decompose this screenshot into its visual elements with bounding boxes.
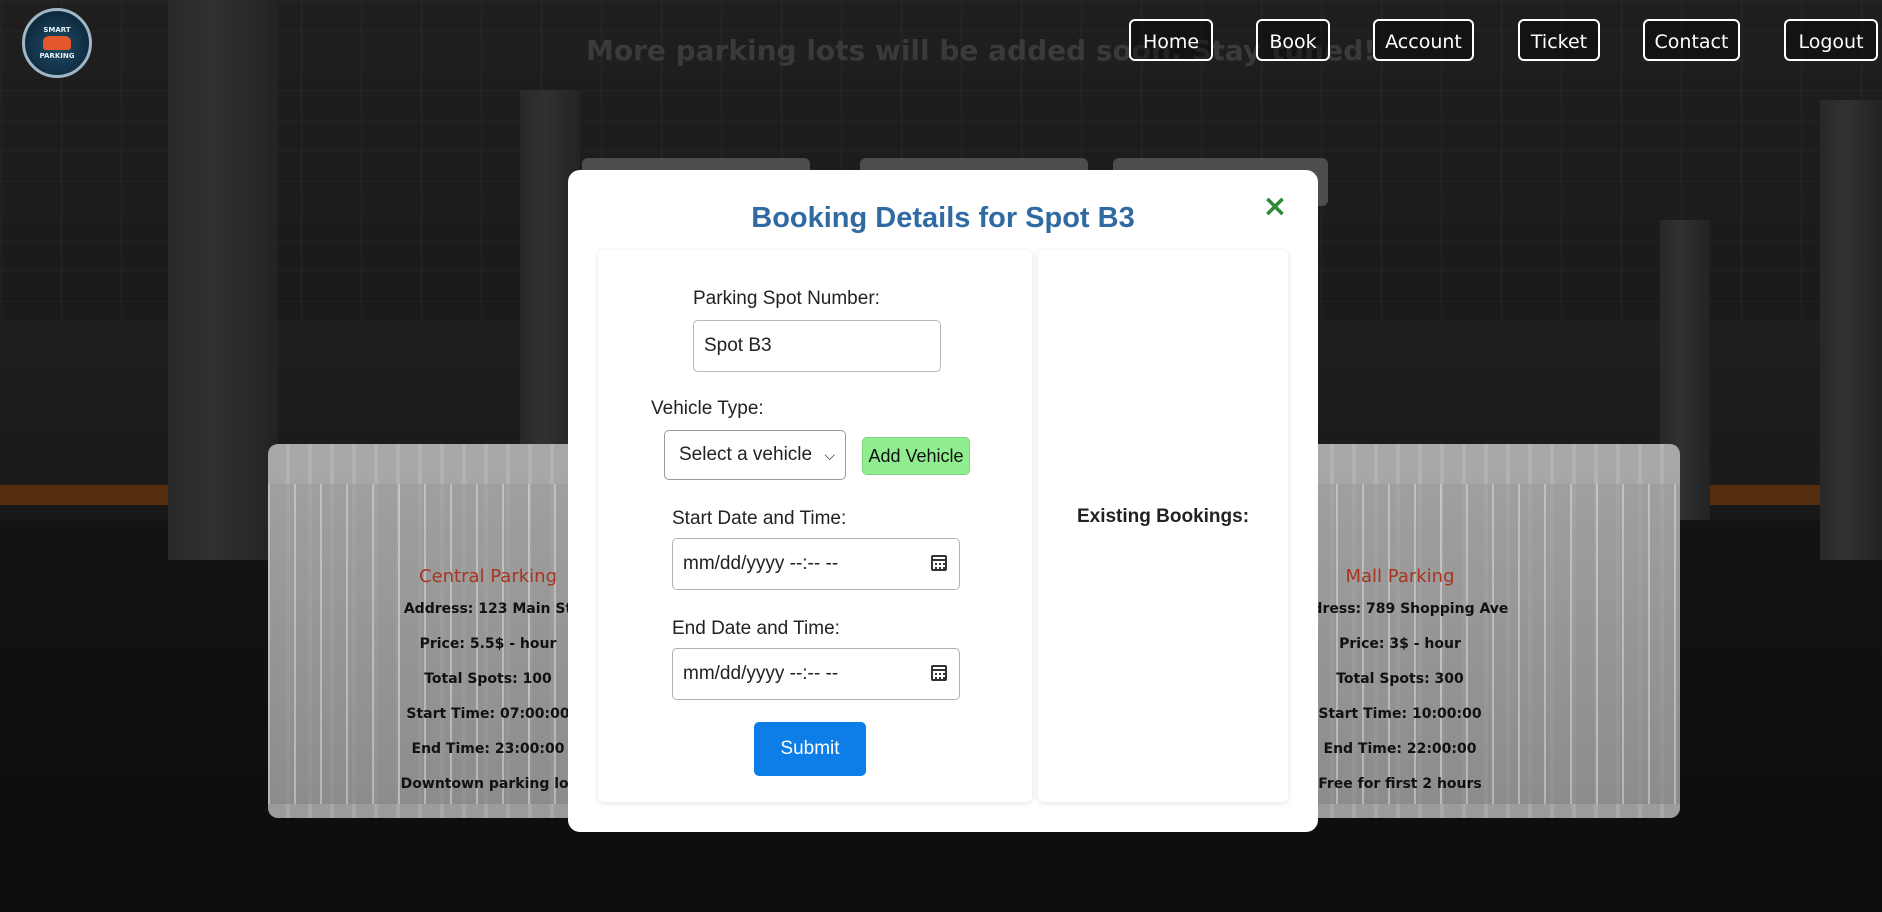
end-datetime-label: End Date and Time: <box>672 618 840 639</box>
vehicle-type-label: Vehicle Type: <box>651 398 764 419</box>
nav-contact-button[interactable]: Contact <box>1643 19 1740 61</box>
spot-number-label: Parking Spot Number: <box>693 288 880 309</box>
add-vehicle-button[interactable]: Add Vehicle <box>862 437 970 475</box>
nav-logout-button[interactable]: Logout <box>1784 19 1878 61</box>
start-datetime-label: Start Date and Time: <box>672 508 847 529</box>
nav-home-button[interactable]: Home <box>1129 19 1213 61</box>
vehicle-select-value: Select a vehicle <box>679 444 813 465</box>
spot-number-field[interactable]: Spot B3 <box>693 320 941 372</box>
chevron-down-icon: ⌵ <box>824 447 835 463</box>
calendar-icon[interactable] <box>931 555 947 571</box>
start-datetime-input[interactable]: mm/dd/yyyy --:-- -- <box>672 538 960 590</box>
submit-button[interactable]: Submit <box>754 722 866 776</box>
booking-form: Parking Spot Number: Spot B3 Vehicle Typ… <box>598 250 1032 802</box>
booking-modal: Booking Details for Spot B3 × Parking Sp… <box>568 170 1318 832</box>
modal-title: Booking Details for Spot B3 <box>751 202 1135 234</box>
end-datetime-input[interactable]: mm/dd/yyyy --:-- -- <box>672 648 960 700</box>
existing-bookings-heading: Existing Bookings: <box>1076 506 1250 527</box>
nav-bar: Home Book Account Ticket Contact Logout <box>0 19 1882 65</box>
nav-book-button[interactable]: Book <box>1256 19 1330 61</box>
nav-account-button[interactable]: Account <box>1373 19 1474 61</box>
start-datetime-placeholder: mm/dd/yyyy --:-- -- <box>683 553 839 574</box>
nav-ticket-button[interactable]: Ticket <box>1518 19 1600 61</box>
calendar-icon[interactable] <box>931 665 947 681</box>
vehicle-select[interactable]: Select a vehicle ⌵ <box>664 430 846 480</box>
close-icon[interactable]: × <box>1260 192 1290 222</box>
end-datetime-placeholder: mm/dd/yyyy --:-- -- <box>683 663 839 684</box>
existing-bookings-panel: Existing Bookings: <box>1038 250 1288 802</box>
